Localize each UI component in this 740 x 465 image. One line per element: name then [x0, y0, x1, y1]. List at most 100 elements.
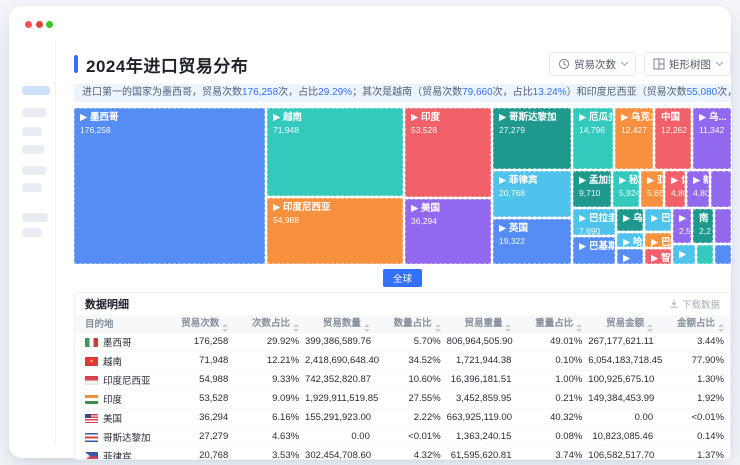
treemap-tile-small-1[interactable]	[711, 171, 731, 207]
table-cell: 3.44%	[659, 332, 730, 351]
column-header-count-pct[interactable]: 次数占比	[234, 315, 305, 332]
treemap-tile-small-4[interactable]	[715, 209, 731, 243]
column-header-amount-pct[interactable]: 金额占比	[659, 315, 730, 332]
treemap-tile-ya-more[interactable]: ▶ 亚5,650	[641, 171, 663, 207]
sidebar-item-skeleton	[22, 145, 44, 154]
table-cell: 149,384,453.99	[588, 389, 659, 408]
treemap-tile-pakistan[interactable]: ▶ 巴基斯坦	[573, 237, 615, 264]
table-row[interactable]: 哥斯达黎加27,2794.63%0.00<0.01%1,363,240.150.…	[75, 427, 730, 446]
treemap-tile-bangladesh[interactable]: ▶ 孟加拉国9,710	[573, 171, 611, 207]
table-cell: 1,363,240.15	[447, 427, 518, 446]
metric-select-label: 贸易次数	[574, 57, 616, 72]
sidebar-item-skeleton	[22, 183, 42, 192]
table-cell: 16,396,181.51	[447, 370, 518, 389]
table-row[interactable]: 印度尼西亚54,9889.33%742,352,820.8710.60%16,3…	[75, 370, 730, 389]
table-row[interactable]: 菲律宾20,7683.53%302,454,708.604.32%61,595,…	[75, 446, 730, 460]
treemap-tile-vietnam[interactable]: ▶ 越南71,948	[267, 108, 403, 196]
global-root-button[interactable]: 全球	[383, 269, 422, 287]
minimize-window-button[interactable]	[36, 21, 43, 28]
treemap-tile-small-7[interactable]	[715, 245, 731, 264]
panel-title: 数据明细	[85, 296, 129, 312]
table-cell: 10,823,085.46	[588, 427, 659, 446]
country-flag-vn	[85, 357, 98, 366]
table-cell: 4.32%	[376, 446, 447, 460]
treemap-tile-chile[interactable]: ▶ 智利	[645, 249, 671, 264]
country-flag-in	[85, 395, 98, 404]
column-header-trade-qty[interactable]: 贸易数量	[305, 315, 376, 332]
download-icon	[669, 299, 679, 309]
table-row[interactable]: 美国36,2946.16%155,291,923.002.22%663,925,…	[75, 408, 730, 427]
column-header-trade-count[interactable]: 贸易次数	[163, 315, 234, 332]
metric-select[interactable]: 贸易次数	[549, 52, 636, 76]
zoom-window-button[interactable]	[46, 21, 53, 28]
sort-icon[interactable]	[293, 324, 299, 332]
treemap-tile-costa-rica[interactable]: ▶ 哥斯达黎加27,279	[493, 108, 571, 169]
treemap-tile-brazil[interactable]: ▶ 巴西	[645, 209, 671, 231]
treemap-tile-ecuador[interactable]: ▶ 厄瓜多尔14,796	[573, 108, 613, 169]
treemap-tile-u-more[interactable]: ▶ 乌...11,342	[693, 108, 731, 169]
sidebar-item-skeleton	[22, 213, 48, 222]
table-cell: 10.60%	[376, 370, 447, 389]
download-button[interactable]: 下载数据	[669, 297, 720, 311]
chart-type-select[interactable]: 矩形树图	[644, 52, 731, 76]
sort-icon[interactable]	[647, 324, 653, 332]
table-row[interactable]: 墨西哥176,25829.92%399,386,589.765.70%806,9…	[75, 332, 730, 351]
sort-icon[interactable]	[505, 324, 511, 332]
sort-icon[interactable]	[364, 324, 370, 332]
country-flag-mx	[85, 338, 98, 347]
treemap-tile-india[interactable]: ▶ 印度53,528	[405, 108, 491, 197]
treemap-tile-small-3[interactable]: ▶ 2,5	[673, 209, 691, 243]
column-header-weight-pct[interactable]: 重量占比	[517, 315, 588, 332]
app-window: 2024年进口贸易分布 贸易次数 矩形树图	[9, 6, 731, 458]
treemap-tile-ken-more[interactable]: ▶ 肯4,806	[665, 171, 685, 207]
treemap-tile-ukraine[interactable]: ▶ 乌克兰12,427	[615, 108, 653, 169]
treemap-tile-china[interactable]: 中国12,262	[655, 108, 691, 169]
treemap-tile-mexico[interactable]: ▶ 墨西哥176,258	[74, 108, 265, 264]
destination-label: 印度尼西亚	[103, 376, 151, 387]
treemap-tile-small-2[interactable]: ▶	[617, 249, 643, 264]
treemap-tile-xin-more[interactable]: ▶ 新4,804	[687, 171, 709, 207]
table-cell: 53,528	[163, 389, 234, 408]
treemap-tile-indonesia[interactable]: ▶ 印度尼西亚54,988	[267, 198, 403, 264]
destination-label: 墨西哥	[103, 338, 132, 349]
treemap-tile-paraguay[interactable]: ▶ 巴拉圭7,690	[573, 209, 615, 235]
treemap-icon	[653, 58, 665, 70]
table-cell: 2,418,690,648.40	[305, 351, 376, 370]
table-cell: 3,452,859.95	[447, 389, 518, 408]
table-row[interactable]: 越南71,94812.21%2,418,690,648.4034.52%1,72…	[75, 351, 730, 370]
page-title: 2024年进口贸易分布	[86, 52, 248, 77]
table-cell: 9.33%	[234, 370, 305, 389]
table-cell: 0.00	[588, 408, 659, 427]
column-header-qty-pct[interactable]: 数量占比	[376, 315, 447, 332]
treemap-tile-peru[interactable]: ▶ 秘鲁5,924	[613, 171, 639, 207]
chart-type-select-label: 矩形树图	[669, 57, 711, 72]
table-cell: 1.92%	[659, 389, 730, 408]
country-flag-us	[85, 414, 98, 423]
treemap-tile-uk[interactable]: ▶ 英国19,322	[493, 219, 571, 264]
table-cell: 3.53%	[234, 446, 305, 460]
sort-icon[interactable]	[576, 324, 582, 332]
chevron-down-icon	[621, 59, 628, 66]
table-row[interactable]: 印度53,5289.09%1,929,911,519.8527.55%3,452…	[75, 389, 730, 408]
destination-label: 哥斯达黎加	[103, 433, 151, 444]
sidebar-item-skeleton-active	[22, 86, 50, 95]
title-accent-bar	[74, 55, 78, 73]
table-cell: 4.63%	[234, 427, 305, 446]
treemap-tile-small-6[interactable]	[697, 245, 713, 264]
treemap-tile-uganda[interactable]: ▶ 乌干达	[617, 209, 643, 231]
sort-icon[interactable]	[718, 324, 724, 332]
sort-icon[interactable]	[435, 324, 441, 332]
close-window-button[interactable]	[25, 21, 32, 28]
column-header-trade-weight[interactable]: 贸易重量	[447, 315, 518, 332]
table-cell: 0.21%	[517, 389, 588, 408]
destination-label: 菲律宾	[103, 452, 132, 460]
country-flag-ph	[85, 452, 98, 460]
sort-icon[interactable]	[222, 324, 228, 332]
treemap-tile-south[interactable]: 南2,2	[693, 209, 713, 243]
treemap-tile-ba-more[interactable]: ▶ 巴...	[645, 233, 671, 247]
treemap-tile-philippines[interactable]: ▶ 菲律宾20,768	[493, 171, 571, 217]
treemap-tile-kazakhstan[interactable]: ▶ 哈萨...	[617, 233, 643, 247]
treemap-tile-usa[interactable]: ▶ 美国36,294	[405, 199, 491, 264]
column-header-trade-amount[interactable]: 贸易金额	[588, 315, 659, 332]
treemap-tile-small-5[interactable]: ▶	[673, 245, 695, 264]
